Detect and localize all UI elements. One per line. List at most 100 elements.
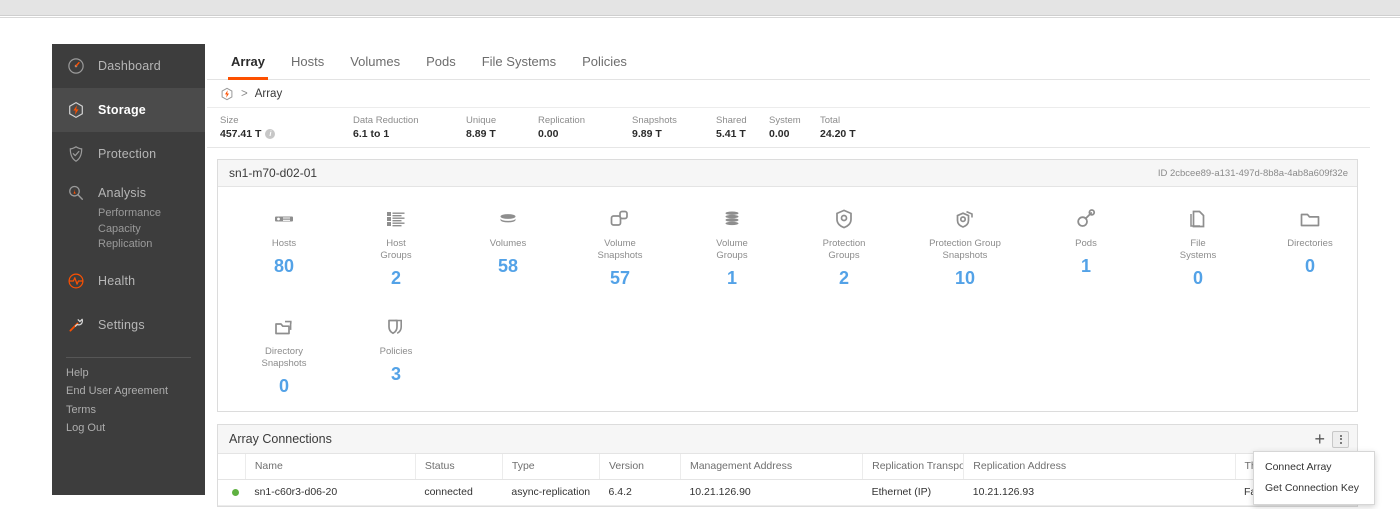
stat-tile-value[interactable]: 58 [498,256,518,277]
row-status-indicator [218,479,246,506]
stat-tile-volume-snapshots[interactable]: Volume Snapshots 57 [564,201,676,289]
capacity-metric-replication: Replication 0.00 [538,115,585,140]
kebab-menu-icon[interactable] [1332,430,1349,448]
sidebar-item-label: Storage [98,103,146,117]
stat-tile-label: File Systems [1179,238,1217,261]
stat-tile-hosts[interactable]: Hosts 80 [228,201,340,289]
array-connections-header: Array Connections + [218,425,1357,454]
sidebar-item-health[interactable]: Health [52,259,205,303]
breadcrumb-separator: > [241,87,248,100]
table-row[interactable]: sn1-c60r3-d06-20 connected async-replica… [218,479,1357,506]
policy-icon [384,309,408,339]
stat-tile-label: Host Groups [380,238,412,261]
stat-tile-label: Directory Snapshots [261,346,307,369]
sidebar-item-storage[interactable]: Storage [52,88,205,132]
stat-tile-label: Volume Groups [716,238,748,261]
sidebar-item-settings[interactable]: Settings [52,303,205,347]
directory-snapshot-icon [272,309,296,339]
tab-policies[interactable]: Policies [569,44,640,80]
stat-tile-value[interactable]: 0 [1193,268,1203,289]
add-connection-button[interactable]: + [1314,430,1325,448]
tab-hosts[interactable]: Hosts [278,44,337,80]
sidebar-link-terms[interactable]: Terms [66,401,205,420]
stat-tile-value[interactable]: 1 [1081,256,1091,277]
column-header-type[interactable]: Type [502,454,601,480]
capacity-metric-unique: Unique 8.89 T [466,115,497,140]
sidebar-subitem-capacity[interactable]: Capacity [98,222,205,238]
breadcrumb-current: Array [254,87,283,100]
stat-tile-volume-groups[interactable]: Volume Groups 1 [676,201,788,289]
stat-tile-row-2: Directory Snapshots 0 Policies 3 [218,309,1357,397]
column-header-management-address[interactable]: Management Address [680,454,864,480]
array-connections-actions: + [1314,430,1349,448]
browser-chrome-divider [0,15,1400,18]
sidebar-item-label: Analysis [98,186,147,200]
heartbeat-icon [66,271,86,291]
array-id: ID 2cbcee89-a131-497d-8b8a-4ab8a609f32e [1157,167,1348,179]
tab-bar: Array Hosts Volumes Pods File Systems Po… [207,44,1370,80]
column-header-status[interactable]: Status [415,454,503,480]
stat-tile-host-groups[interactable]: Host Groups 2 [340,201,452,289]
breadcrumb: > Array [207,80,1370,108]
stat-tile-protection-groups[interactable]: Protection Groups 2 [788,201,900,289]
stat-tile-value[interactable]: 10 [955,268,975,289]
stat-tile-pods[interactable]: Pods 1 [1030,201,1142,289]
stat-tile-directories[interactable]: Directories 0 [1254,201,1366,289]
cell-name[interactable]: sn1-c60r3-d06-20 [245,479,416,506]
sidebar-item-dashboard[interactable]: Dashboard [52,44,205,88]
stat-tile-volumes[interactable]: Volumes 58 [452,201,564,289]
sidebar-item-analysis[interactable]: Analysis [52,176,205,210]
wrench-icon [66,315,86,335]
column-header-replication-address[interactable]: Replication Address [963,454,1236,480]
stat-tile-value[interactable]: 2 [391,268,401,289]
tab-volumes[interactable]: Volumes [337,44,413,80]
gauge-icon [66,56,86,76]
capacity-metric-size: Size 457.41 Ti [220,114,276,141]
array-connections-table: Name Status Type Version Management Addr… [218,454,1357,506]
sidebar-subitem-replication[interactable]: Replication [98,237,205,253]
array-connections-title: Array Connections [229,432,332,446]
stat-tile-value[interactable]: 80 [274,256,294,277]
cell-status: connected [415,479,503,506]
sidebar-analysis-subitems: Performance Capacity Replication [52,206,205,253]
cell-replication-address: 10.21.126.93 [963,479,1235,506]
stat-tile-policies[interactable]: Policies 3 [340,309,452,397]
column-header-version[interactable]: Version [599,454,681,480]
sidebar-link-log-out[interactable]: Log Out [66,419,205,438]
stat-tile-value[interactable]: 3 [391,364,401,385]
tab-array[interactable]: Array [218,44,278,80]
stat-tile-file-systems[interactable]: File Systems 0 [1142,201,1254,289]
browser-chrome-bar [0,0,1400,15]
table-header-row: Name Status Type Version Management Addr… [218,454,1357,480]
stat-tile-value[interactable]: 1 [727,268,737,289]
sidebar-item-label: Health [98,273,136,288]
column-header-replication-transport[interactable]: Replication Transport [862,454,965,480]
sidebar-item-protection[interactable]: Protection [52,132,205,176]
tab-pods[interactable]: Pods [413,44,469,80]
stat-tile-value[interactable]: 0 [279,376,289,397]
bolt-hex-icon [66,100,86,120]
cell-version: 6.4.2 [599,479,681,506]
capacity-metric-data-reduction: Data Reduction 6.1 to 1 [353,115,419,140]
array-stat-tiles: Hosts 80 Host Groups 2 Volumes 58 Volume… [218,187,1357,411]
column-header-name[interactable]: Name [245,454,416,480]
sidebar-footer-links: Help End User Agreement Terms Log Out [52,364,205,438]
pod-icon [1074,201,1098,231]
volume-snapshot-icon [608,201,632,231]
sidebar: Dashboard Storage Protection Analysis Pe… [52,44,205,495]
stat-tile-value[interactable]: 2 [839,268,849,289]
stat-tile-value[interactable]: 0 [1305,256,1315,277]
info-icon[interactable]: i [265,129,276,139]
menu-item-connect-array[interactable]: Connect Array [1254,457,1374,478]
menu-item-get-connection-key[interactable]: Get Connection Key [1254,478,1374,499]
stat-tile-value[interactable]: 57 [610,268,630,289]
tab-file-systems[interactable]: File Systems [469,44,569,80]
bolt-hex-icon[interactable] [220,87,234,101]
stat-tile-directory-snapshots[interactable]: Directory Snapshots 0 [228,309,340,397]
main-content: Array Hosts Volumes Pods File Systems Po… [207,44,1375,509]
capacity-metric-shared: Shared 5.41 T [716,115,747,140]
sidebar-link-help[interactable]: Help [66,364,205,383]
stat-tile-protection-group-snapshots[interactable]: Protection Group Snapshots 10 [900,201,1030,289]
directory-icon [1298,201,1322,231]
sidebar-link-end-user-agreement[interactable]: End User Agreement [66,382,205,401]
